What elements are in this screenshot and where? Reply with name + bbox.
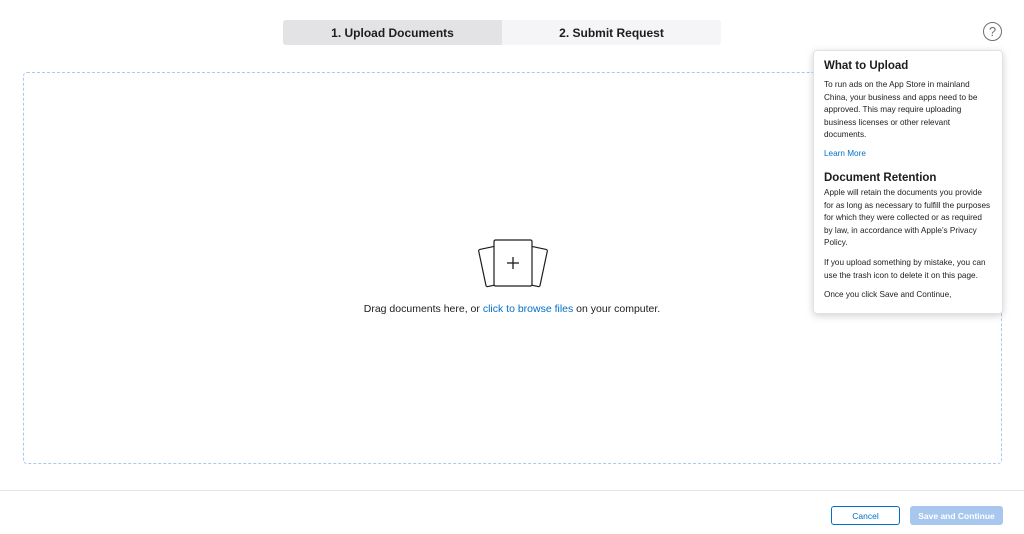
browse-files-link[interactable]: click to browse files [483,303,573,315]
save-and-continue-button[interactable]: Save and Continue [910,506,1003,525]
popover-title-document-retention: Document Retention [824,171,937,184]
cancel-button[interactable]: Cancel [831,506,900,525]
footer-divider [0,490,1024,491]
stepper: 1. Upload Documents 2. Submit Request [283,20,721,45]
help-popover: What to Upload To run ads on the App Sto… [813,50,1003,314]
popover-title-what-to-upload: What to Upload [824,60,909,72]
popover-text-what-to-upload: To run ads on the App Store in mainland … [824,80,978,140]
popover-text-save: Once you click Save and Continue, [824,290,952,300]
popover-text-mistake: If you upload something by mistake, you … [824,257,986,280]
popover-text-retention: Apple will retain the documents you prov… [824,187,991,248]
help-question-icon[interactable]: ? [983,22,1002,41]
learn-more-link[interactable]: Learn More [824,149,992,158]
step-upload-documents[interactable]: 1. Upload Documents [283,20,502,45]
dropzone-text-before: Drag documents here, or [363,303,483,315]
document-stack-plus-icon[interactable] [476,238,550,290]
step-submit-request[interactable]: 2. Submit Request [502,20,721,45]
dropzone-text-after: on your computer. [573,303,661,315]
